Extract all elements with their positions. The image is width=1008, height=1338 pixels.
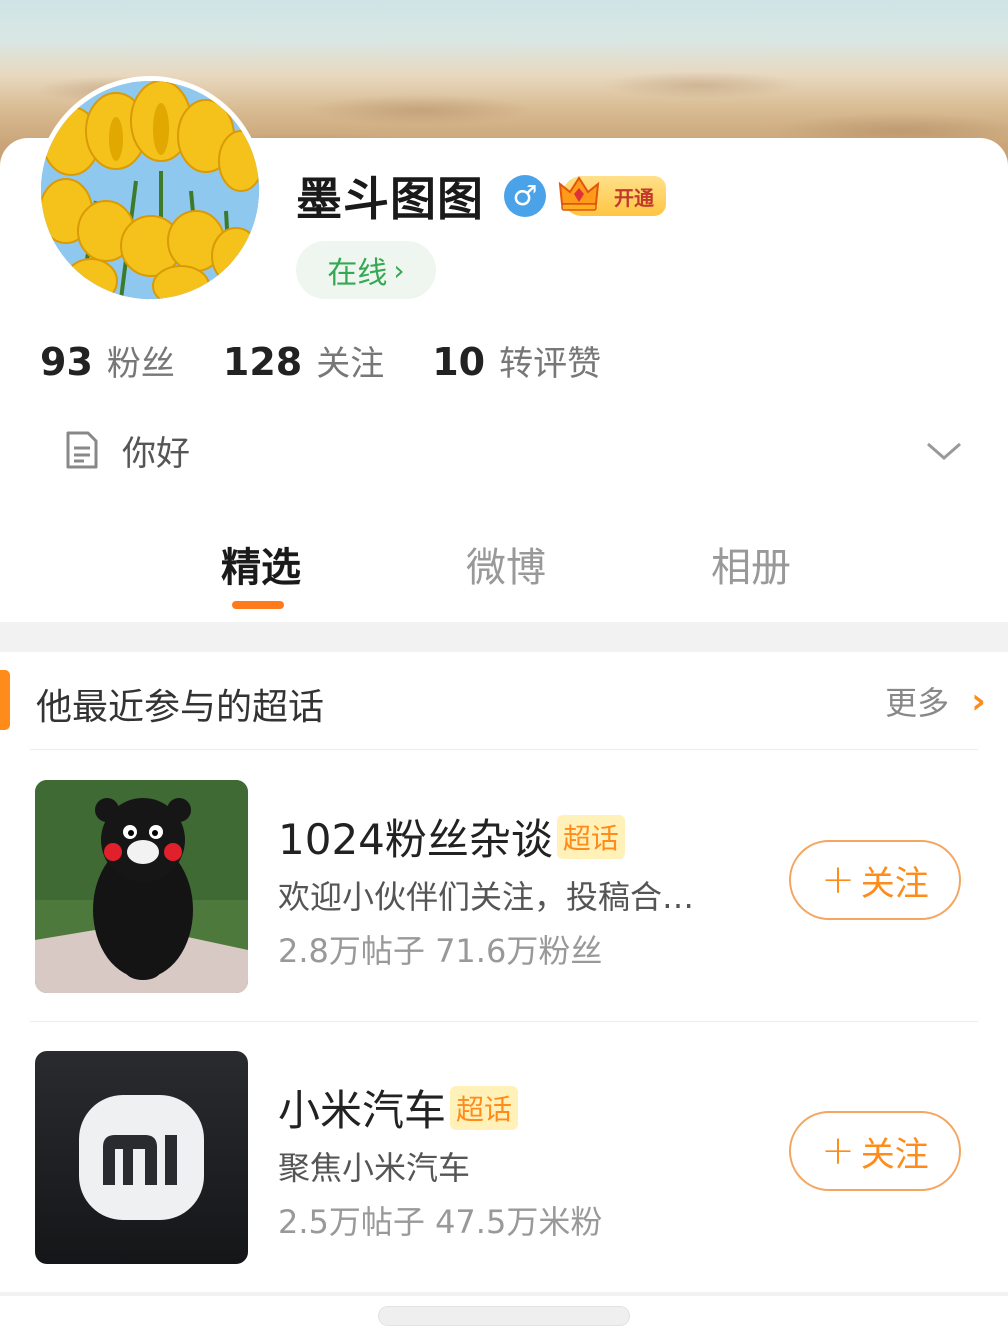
active-tab-indicator — [232, 601, 284, 609]
chevron-right-icon: › — [393, 253, 405, 287]
follow-button[interactable]: + 关注 — [789, 1111, 961, 1191]
stat-label: 关注 — [316, 343, 385, 384]
topic-description: 聚焦小米汽车 — [278, 1149, 471, 1187]
topic-description: 欢迎小伙伴们关注，投稿合… — [278, 878, 695, 916]
section-title: 他最近参与的超话 — [36, 687, 325, 728]
stat-following[interactable]: 128 关注 — [223, 336, 384, 385]
topic-title: 小米汽车 — [278, 1086, 447, 1135]
more-link[interactable]: 更多 › — [885, 678, 986, 724]
tab-album[interactable]: 相册 — [711, 535, 791, 593]
stat-interactions[interactable]: 10 转评赞 — [432, 336, 601, 385]
bio-text: 你好 — [122, 433, 190, 474]
topic-item[interactable]: 1024粉丝杂谈 超话 欢迎小伙伴们关注，投稿合… 2.8万帖子 71.6万粉丝… — [0, 780, 1008, 994]
stat-number: 10 — [432, 339, 486, 384]
tab-featured[interactable]: 精选 — [221, 535, 301, 593]
topic-title: 1024粉丝杂谈 — [278, 815, 553, 864]
bottom-bar — [0, 1296, 1008, 1338]
super-topic-badge: 超话 — [556, 814, 625, 859]
online-label: 在线 — [327, 256, 388, 291]
document-icon — [66, 431, 98, 469]
stat-number: 128 — [222, 339, 303, 384]
plus-icon: + — [821, 1128, 855, 1174]
scroll-indicator — [378, 1306, 630, 1326]
section-header: 他最近参与的超话 更多 › — [0, 668, 1008, 734]
male-icon: ♂ — [504, 175, 546, 217]
avatar[interactable] — [36, 76, 264, 304]
vip-open-label: 开通 — [614, 185, 654, 210]
vip-open-button[interactable]: 开通 — [558, 176, 666, 216]
bio-row[interactable]: 你好 — [64, 422, 964, 478]
crown-icon — [558, 176, 600, 211]
online-status-button[interactable]: 在线 › — [296, 241, 436, 299]
user-name: 墨斗图图 — [296, 172, 484, 226]
follow-label: 关注 — [860, 863, 929, 904]
stats-row: 93 粉丝 128 关注 10 转评赞 — [40, 332, 649, 388]
profile-tabs: 精选 微博 相册 — [0, 525, 1008, 622]
tab-weibo[interactable]: 微博 — [466, 535, 546, 593]
stat-number: 93 — [40, 339, 93, 384]
divider — [30, 1021, 978, 1022]
name-row: 墨斗图图 ♂ 开通 — [296, 168, 666, 226]
stat-followers[interactable]: 93 粉丝 — [40, 336, 175, 385]
topic-item[interactable]: 小米汽车 超话 聚焦小米汽车 2.5万帖子 47.5万米粉 + 关注 — [0, 1051, 1008, 1265]
topic-meta: 2.8万帖子 71.6万粉丝 — [278, 932, 603, 970]
stat-label: 转评赞 — [499, 343, 602, 384]
stat-label: 粉丝 — [106, 343, 175, 384]
topic-meta: 2.5万帖子 47.5万米粉 — [278, 1203, 603, 1241]
follow-button[interactable]: + 关注 — [789, 840, 961, 920]
more-label: 更多 — [885, 684, 950, 722]
follow-label: 关注 — [860, 1134, 929, 1175]
section-accent-bar — [0, 670, 10, 730]
divider — [30, 749, 978, 750]
tulip-image — [41, 81, 259, 299]
chevron-right-icon: › — [971, 680, 986, 722]
super-topics-section: 他最近参与的超话 更多 › 1024粉丝杂谈 超话 欢迎小伙伴们关注，投稿合… … — [0, 652, 1008, 1292]
plus-icon: + — [821, 857, 855, 903]
super-topic-badge: 超话 — [450, 1085, 519, 1130]
chevron-down-icon[interactable] — [924, 430, 964, 470]
xiaomi-logo — [35, 1051, 248, 1264]
kumamon-image — [35, 780, 248, 993]
